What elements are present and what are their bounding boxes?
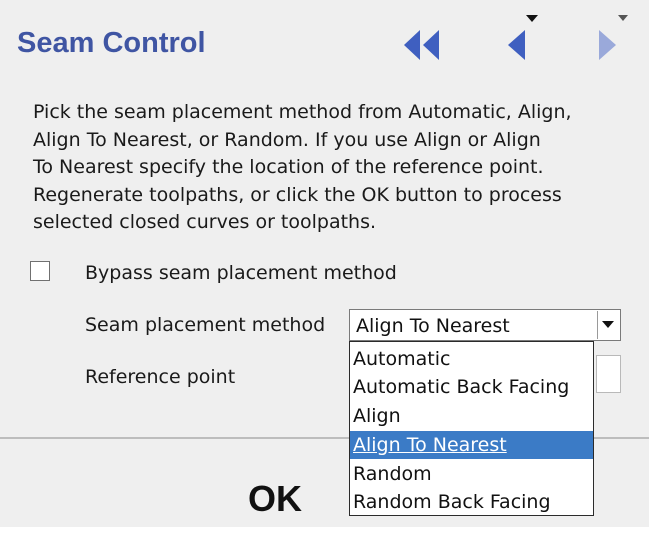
seam-control-panel: Seam Control Pick the seam placement met… bbox=[0, 0, 649, 533]
dropdown-option[interactable]: Align bbox=[350, 402, 593, 430]
chevron-down-icon[interactable] bbox=[525, 14, 539, 24]
reference-point-label: Reference point bbox=[85, 366, 236, 388]
dropdown-arrow-button[interactable] bbox=[597, 311, 619, 339]
dropdown-option[interactable]: Random Back Facing bbox=[350, 488, 593, 515]
chevron-down-icon[interactable] bbox=[617, 14, 629, 23]
seam-method-dropdown-list: Automatic Automatic Back Facing Align Al… bbox=[349, 341, 594, 516]
dropdown-option[interactable]: Automatic Back Facing bbox=[350, 373, 593, 401]
seam-method-label: Seam placement method bbox=[85, 314, 326, 336]
seam-method-value: Align To Nearest bbox=[356, 315, 510, 337]
dropdown-option[interactable]: Random bbox=[350, 460, 593, 488]
seam-method-select[interactable]: Align To Nearest bbox=[349, 309, 621, 341]
dropdown-option[interactable]: Automatic bbox=[350, 345, 593, 373]
left-arrow-icon[interactable] bbox=[505, 27, 527, 63]
instructions-text: Pick the seam placement method from Auto… bbox=[33, 101, 572, 233]
bypass-checkbox[interactable] bbox=[30, 261, 50, 281]
double-left-arrow-icon[interactable] bbox=[403, 27, 441, 63]
bypass-label: Bypass seam placement method bbox=[85, 262, 397, 284]
right-arrow-icon[interactable] bbox=[597, 27, 619, 63]
chevron-down-icon bbox=[602, 321, 614, 328]
reference-point-field[interactable] bbox=[596, 355, 621, 393]
panel-title: Seam Control bbox=[17, 27, 206, 59]
bottom-margin bbox=[0, 527, 649, 533]
dropdown-option-selected[interactable]: Align To Nearest bbox=[350, 431, 593, 459]
ok-button[interactable]: OK bbox=[248, 478, 302, 520]
